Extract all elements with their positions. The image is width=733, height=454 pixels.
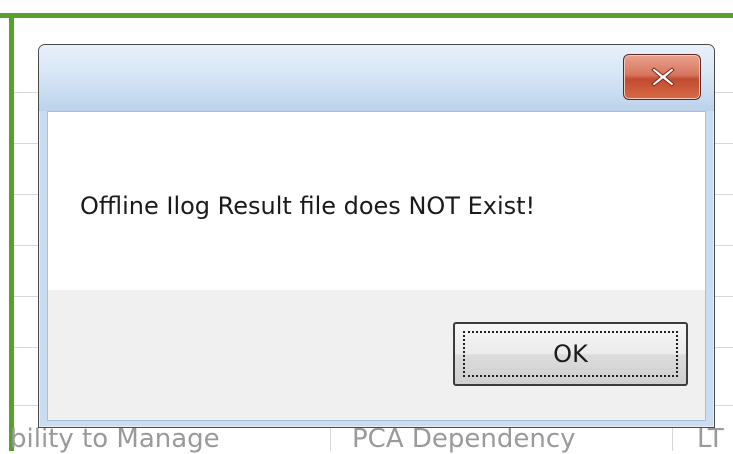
background-window-frame-top <box>0 0 733 18</box>
column-header-ability-to-manage[interactable]: bility to Manage <box>10 424 220 454</box>
column-header-lt[interactable]: LT <box>697 424 724 454</box>
ok-button[interactable]: OK <box>453 322 688 386</box>
message-area: Offline Ilog Result file does NOT Exist! <box>48 112 705 290</box>
column-header-pca-dependency[interactable]: PCA Dependency <box>352 424 576 454</box>
close-x-icon <box>651 67 675 87</box>
ok-button-label: OK <box>553 340 588 368</box>
message-dialog: Offline Ilog Result file does NOT Exist!… <box>38 44 715 428</box>
dialog-titlebar[interactable] <box>39 45 714 111</box>
dialog-client-area: Offline Ilog Result file does NOT Exist!… <box>47 111 706 421</box>
dialog-message: Offline Ilog Result file does NOT Exist! <box>80 192 536 220</box>
background-window-frame-left <box>9 13 14 451</box>
close-button[interactable] <box>623 54 701 100</box>
